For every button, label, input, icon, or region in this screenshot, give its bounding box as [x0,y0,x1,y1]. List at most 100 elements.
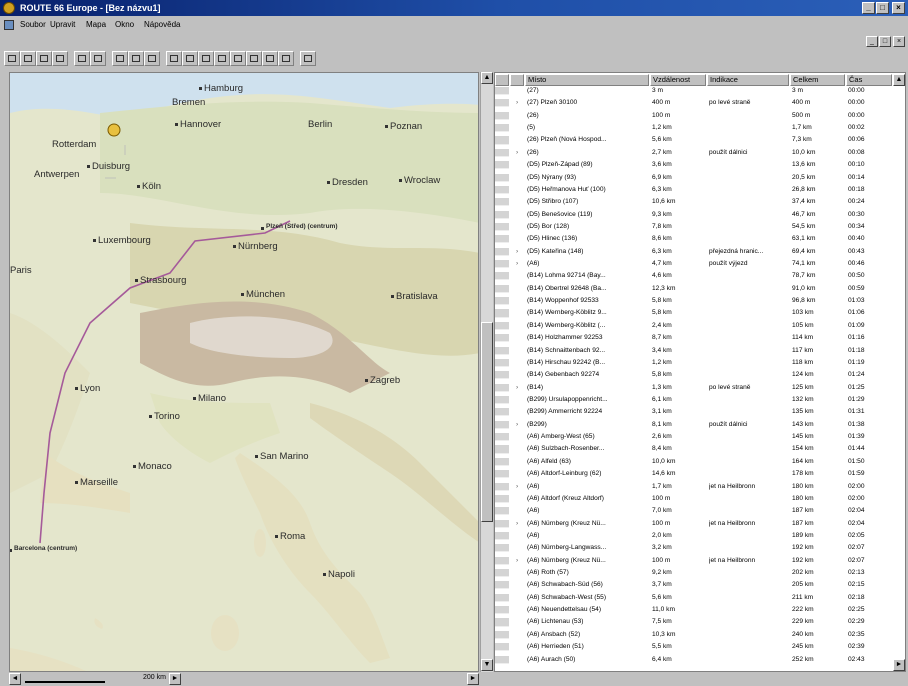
row-header[interactable] [495,210,509,219]
table-row[interactable]: (A6) Ansbach (52) 10,3 km 240 km 02:35 [495,630,905,639]
row-header[interactable] [495,606,509,615]
row-header[interactable] [495,185,509,194]
row-header[interactable] [495,136,509,145]
row-header[interactable] [495,433,509,442]
column-header-indikace[interactable]: Indikace [707,74,789,86]
table-row[interactable]: › (A6) 4,7 km použít výjezd 74,1 km 00:46 [495,260,905,269]
end-flag-icon[interactable] [182,51,198,66]
table-row[interactable]: (D5) Nýrany (93) 6,9 km 20,5 km 00:14 [495,173,905,182]
table-row[interactable]: (B14) Woppenhof 92533 5,8 km 96,8 km 01:03 [495,297,905,306]
row-header[interactable] [495,99,509,108]
table-row[interactable]: (B14) Gebenbach 92274 5,8 km 124 km 01:24 [495,371,905,380]
save-icon[interactable] [36,51,52,66]
table-row[interactable]: (5) 1,2 km 1,7 km 00:02 [495,124,905,133]
close-button[interactable]: × [892,2,905,14]
table-row[interactable]: (A6) Roth (57) 9,2 km 202 km 02:13 [495,569,905,578]
menu-okno[interactable]: Okno [115,17,134,33]
row-header[interactable] [495,173,509,182]
table-row[interactable]: (A6) Herrieden (51) 5,5 km 245 km 02:39 [495,643,905,652]
row-header[interactable] [495,420,509,429]
row-header[interactable] [495,87,509,96]
status-scroll-right-icon[interactable]: ► [169,673,181,685]
row-header[interactable] [495,569,509,578]
row-header[interactable] [495,618,509,627]
column-header-vzdalenost[interactable]: Vzdálenost [650,74,706,86]
table-row[interactable]: (A6) Altdorf (Kreuz Altdorf) 100 m 180 km 0… [495,494,905,503]
table-row[interactable]: (B299) Ammerricht 92224 3,1 km 135 km 01:31 [495,408,905,417]
via-icon[interactable] [198,51,214,66]
hand-icon[interactable] [278,51,294,66]
print-preview-icon[interactable] [74,51,90,66]
table-row[interactable]: (A6) 2,0 km 189 km 02:05 [495,531,905,541]
table-row[interactable]: (A6) Lichtenau (53) 7,5 km 229 km 02:29 [495,618,905,627]
table-row[interactable]: (B299) Ursulapoppenricht... 6,1 km 132 km 0… [495,396,905,405]
find-icon[interactable] [90,51,106,66]
row-header[interactable] [495,358,509,367]
grid-icon[interactable] [112,51,128,66]
table-row[interactable]: (B14) Holzhammer 92253 8,7 km 114 km 01:16 [495,334,905,343]
zoom-in-icon[interactable] [230,51,246,66]
table-row[interactable]: (B14) Hirschau 92242 (B... 1,2 km 118 km 01… [495,358,905,367]
row-header[interactable] [495,408,509,417]
row-header[interactable] [495,556,509,565]
table-row[interactable]: (26) Plzeň (Nová Hospod... 5,6 km 7,3 km 00… [495,136,905,145]
table-row[interactable]: › (B14) 1,3 km po levé straně 125 km 01:25 [495,383,905,392]
start-flag-icon[interactable] [166,51,182,66]
scroll-left-icon[interactable]: ◄ [9,673,21,685]
table-row[interactable]: (27) 3 m 3 m 00:00 [495,87,905,96]
row-header[interactable] [495,334,509,343]
column-header-celkem[interactable]: Celkem [790,74,845,86]
row-header[interactable] [495,321,509,330]
row-header[interactable] [495,507,509,516]
table-row[interactable]: (D5) Střibro (107) 10,6 km 37,4 km 00:24 [495,198,905,207]
table-row[interactable]: (A6) Schwabach-Süd (56) 3,7 km 205 km 02:15 [495,581,905,590]
table-row[interactable]: (D5) Benešovice (119) 9,3 km 46,7 km 00:30 [495,210,905,219]
column-header-cas[interactable]: Čas [846,74,892,86]
table-scroll-up-icon[interactable]: ▲ [893,74,905,86]
table-row[interactable]: › (26) 2,7 km použít dálnici 10,0 km 00:08 [495,148,905,157]
table-scroll-right-icon[interactable]: ► [893,659,905,671]
document-icon[interactable] [4,20,14,30]
row-header[interactable] [495,284,509,293]
minimize-button[interactable]: _ [862,2,875,14]
help-icon[interactable] [300,51,316,66]
menu-mapa[interactable]: Mapa [86,17,106,33]
menu-soubor[interactable]: Soubor [20,17,46,33]
table-row[interactable]: › (D5) Kateřina (148) 6,3 km přejezdná hran… [495,247,905,256]
open-icon[interactable] [20,51,36,66]
row-header[interactable] [495,247,509,256]
row-header[interactable] [495,383,509,392]
table-row[interactable]: (D5) Bor (128) 7,8 km 54,5 km 00:34 [495,222,905,232]
row-header[interactable] [495,198,509,207]
row-header[interactable] [495,445,509,454]
scroll-down-icon[interactable]: ▼ [481,659,493,671]
maximize-button[interactable]: □ [876,2,889,14]
menu-napoveda[interactable]: Nápověda [144,17,180,33]
table-row[interactable]: (26) 100 m 500 m 00:00 [495,111,905,120]
row-header[interactable] [495,111,509,120]
row-header[interactable] [495,309,509,318]
table-row[interactable]: (A6) Schwabach-West (55) 5,6 km 211 km 02:1… [495,593,905,602]
table-row[interactable]: (A6) Altdorf-Leinburg (62) 14,6 km 178 km 0… [495,470,905,479]
row-header[interactable] [495,519,509,528]
table-row[interactable]: (A6) Aurach (50) 6,4 km 252 km 02:43 [495,655,905,664]
zoom-window-icon[interactable] [246,51,262,66]
map-view[interactable]: Hamburg Bremen Hannover Berlin Poznan Ro… [9,72,479,672]
layout-icon[interactable] [128,51,144,66]
row-header[interactable] [495,235,509,244]
row-header[interactable] [495,148,509,157]
row-header[interactable] [495,396,509,405]
row-header[interactable] [495,470,509,479]
map-scroll-thumb[interactable] [481,322,493,522]
route-icon[interactable] [144,51,160,66]
map-vertical-scrollbar[interactable]: ▲ ▼ [480,72,493,672]
table-row[interactable]: › (27) Plzeň 30100 400 m po levé straně 400 … [495,99,905,108]
table-row[interactable]: › (A6) Nürnberg (Kreuz Nü... 100 m jet na H… [495,519,905,528]
row-header[interactable] [495,655,509,664]
print-icon[interactable] [52,51,68,66]
row-header[interactable] [495,124,509,133]
table-row[interactable]: › (A6) Nürnberg (Kreuz Nü... 100 m jet na H… [495,556,905,565]
row-header[interactable] [495,593,509,602]
table-row[interactable]: (A6) 7,0 km 187 km 02:04 [495,507,905,516]
zoom-extent-icon[interactable] [262,51,278,66]
